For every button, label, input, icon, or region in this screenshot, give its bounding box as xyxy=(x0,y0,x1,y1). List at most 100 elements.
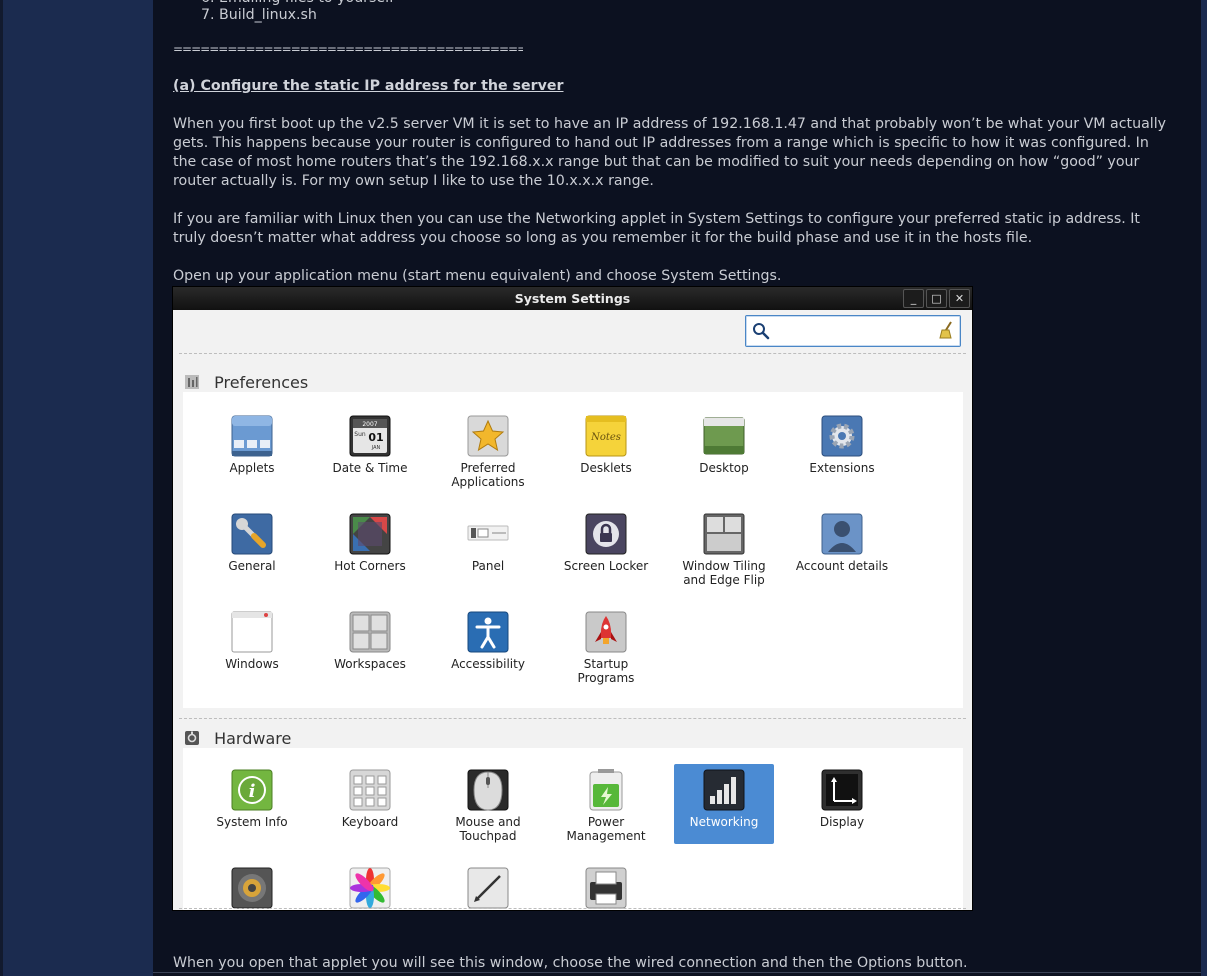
svg-text:Sun: Sun xyxy=(354,431,366,438)
settings-item-label: Desktop xyxy=(699,461,749,475)
mouse-icon xyxy=(466,768,510,812)
window-title: System Settings xyxy=(514,291,631,306)
settings-item-panel[interactable]: Panel xyxy=(438,512,538,592)
close-button[interactable]: ✕ xyxy=(949,289,970,308)
settings-item-screen-locker[interactable]: Screen Locker xyxy=(556,512,656,592)
settings-item-label: Windows xyxy=(225,657,279,671)
search-box[interactable] xyxy=(745,315,961,347)
settings-item-label: Networking xyxy=(689,815,759,829)
keyboard-icon xyxy=(348,768,392,812)
paragraph-static-ip: When you first boot up the v2.5 server V… xyxy=(173,116,1167,189)
rocket-icon xyxy=(584,610,628,654)
settings-item-hot-corners[interactable]: Hot Corners xyxy=(320,512,420,592)
gear-icon xyxy=(820,414,864,458)
clear-broom-icon[interactable] xyxy=(938,321,954,339)
settings-item-preferred-applications[interactable]: Preferred Applications xyxy=(438,414,538,494)
tablet-icon xyxy=(466,866,510,910)
settings-item-system-info[interactable]: i System Info xyxy=(202,768,302,848)
hot-corners-icon xyxy=(348,512,392,556)
toolbar-divider xyxy=(179,353,966,354)
settings-item-label: Panel xyxy=(471,559,505,573)
settings-item-printer[interactable] xyxy=(556,866,656,910)
workspaces-icon xyxy=(348,610,392,654)
settings-item-color[interactable] xyxy=(320,866,420,910)
printer-icon xyxy=(584,866,628,910)
settings-item-date-time[interactable]: 2007 Sun 01 JAN Date & Time xyxy=(320,414,420,494)
settings-item-label: Workspaces xyxy=(334,657,406,671)
settings-item-label: Startup Programs xyxy=(577,657,635,685)
settings-item-mouse-and-touchpad[interactable]: Mouse and Touchpad xyxy=(438,768,538,848)
window-titlebar[interactable]: System Settings _ □ ✕ xyxy=(173,287,972,310)
star-icon xyxy=(466,414,510,458)
settings-item-desklets[interactable]: Notes Desklets xyxy=(556,414,656,494)
paragraph-open-menu: Open up your application menu (start men… xyxy=(173,268,782,284)
settings-item-label: Extensions xyxy=(809,461,875,475)
note-icon: Notes xyxy=(584,414,628,458)
settings-item-label: Screen Locker xyxy=(563,559,649,573)
settings-item-label: Date & Time xyxy=(332,461,408,475)
right-sidebar-strip xyxy=(1201,0,1207,976)
settings-item-label: Keyboard xyxy=(341,815,399,829)
search-input[interactable] xyxy=(774,320,928,342)
section-divider xyxy=(179,718,966,719)
settings-item-windows[interactable]: Windows xyxy=(202,610,302,690)
applets-icon xyxy=(230,414,274,458)
settings-item-label: General xyxy=(228,559,276,573)
hardware-grid: i System Info Keyboard Mouse and Touchpad Po… xyxy=(183,748,963,910)
section-heading: (a) Configure the static IP address for … xyxy=(173,78,564,94)
settings-item-window-tiling-and-edge-flip[interactable]: Window Tiling and Edge Flip xyxy=(674,512,774,592)
svg-text:i: i xyxy=(249,781,256,802)
svg-text:2007: 2007 xyxy=(362,421,377,428)
settings-item-speaker[interactable] xyxy=(202,866,302,910)
settings-item-power-management[interactable]: Power Management xyxy=(556,768,656,848)
settings-item-label: Power Management xyxy=(566,815,646,843)
bottom-divider xyxy=(179,908,966,909)
signal-icon xyxy=(702,768,746,812)
preferences-grid: Applets 2007 Sun 01 JAN Date & Time Preferred … xyxy=(183,392,963,708)
window-icon xyxy=(230,610,274,654)
settings-item-extensions[interactable]: Extensions xyxy=(792,414,892,494)
hardware-heading-label: Hardware xyxy=(214,729,292,748)
tiling-icon xyxy=(702,512,746,556)
minimize-button[interactable]: _ xyxy=(903,289,924,308)
settings-item-account-details[interactable]: Account details xyxy=(792,512,892,592)
settings-item-accessibility[interactable]: Accessibility xyxy=(438,610,538,690)
settings-item-workspaces[interactable]: Workspaces xyxy=(320,610,420,690)
wrench-icon xyxy=(230,512,274,556)
settings-item-desktop[interactable]: Desktop xyxy=(674,414,774,494)
list-item-7: 7. Build_linux.sh xyxy=(201,7,317,23)
display-icon xyxy=(820,768,864,812)
settings-item-label: Accessibility xyxy=(451,657,525,671)
maximize-icon: □ xyxy=(931,292,942,305)
svg-text:JAN: JAN xyxy=(371,445,381,451)
settings-item-label: Applets xyxy=(229,461,275,475)
hardware-section-icon xyxy=(185,731,199,745)
settings-item-networking[interactable]: Networking xyxy=(674,764,774,844)
settings-item-label: System Info xyxy=(216,815,288,829)
lock-icon xyxy=(584,512,628,556)
user-icon xyxy=(820,512,864,556)
settings-item-applets[interactable]: Applets xyxy=(202,414,302,494)
accessibility-icon xyxy=(466,610,510,654)
minimize-icon: _ xyxy=(910,292,917,305)
settings-item-keyboard[interactable]: Keyboard xyxy=(320,768,420,848)
preferences-section-icon xyxy=(185,375,199,389)
paragraph-networking-applet: If you are familiar with Linux then you … xyxy=(173,211,1140,246)
desktop-icon xyxy=(702,414,746,458)
sidebar-edge xyxy=(0,0,3,976)
hardware-heading: Hardware xyxy=(185,729,291,749)
left-sidebar xyxy=(0,0,153,976)
settings-item-tablet[interactable] xyxy=(438,866,538,910)
speaker-icon xyxy=(230,866,274,910)
settings-item-general[interactable]: General xyxy=(202,512,302,592)
maximize-button[interactable]: □ xyxy=(926,289,947,308)
settings-item-label: Preferred Applications xyxy=(451,461,525,489)
settings-item-startup-programs[interactable]: Startup Programs xyxy=(556,610,656,690)
system-settings-window: System Settings _ □ ✕ Preferences Applet… xyxy=(173,287,972,910)
settings-item-display[interactable]: Display xyxy=(792,768,892,848)
panel-icon xyxy=(466,512,510,556)
svg-text:01: 01 xyxy=(368,431,383,444)
search-icon xyxy=(753,323,770,340)
calendar-icon: 2007 Sun 01 JAN xyxy=(348,414,392,458)
preferences-heading: Preferences xyxy=(185,373,308,393)
